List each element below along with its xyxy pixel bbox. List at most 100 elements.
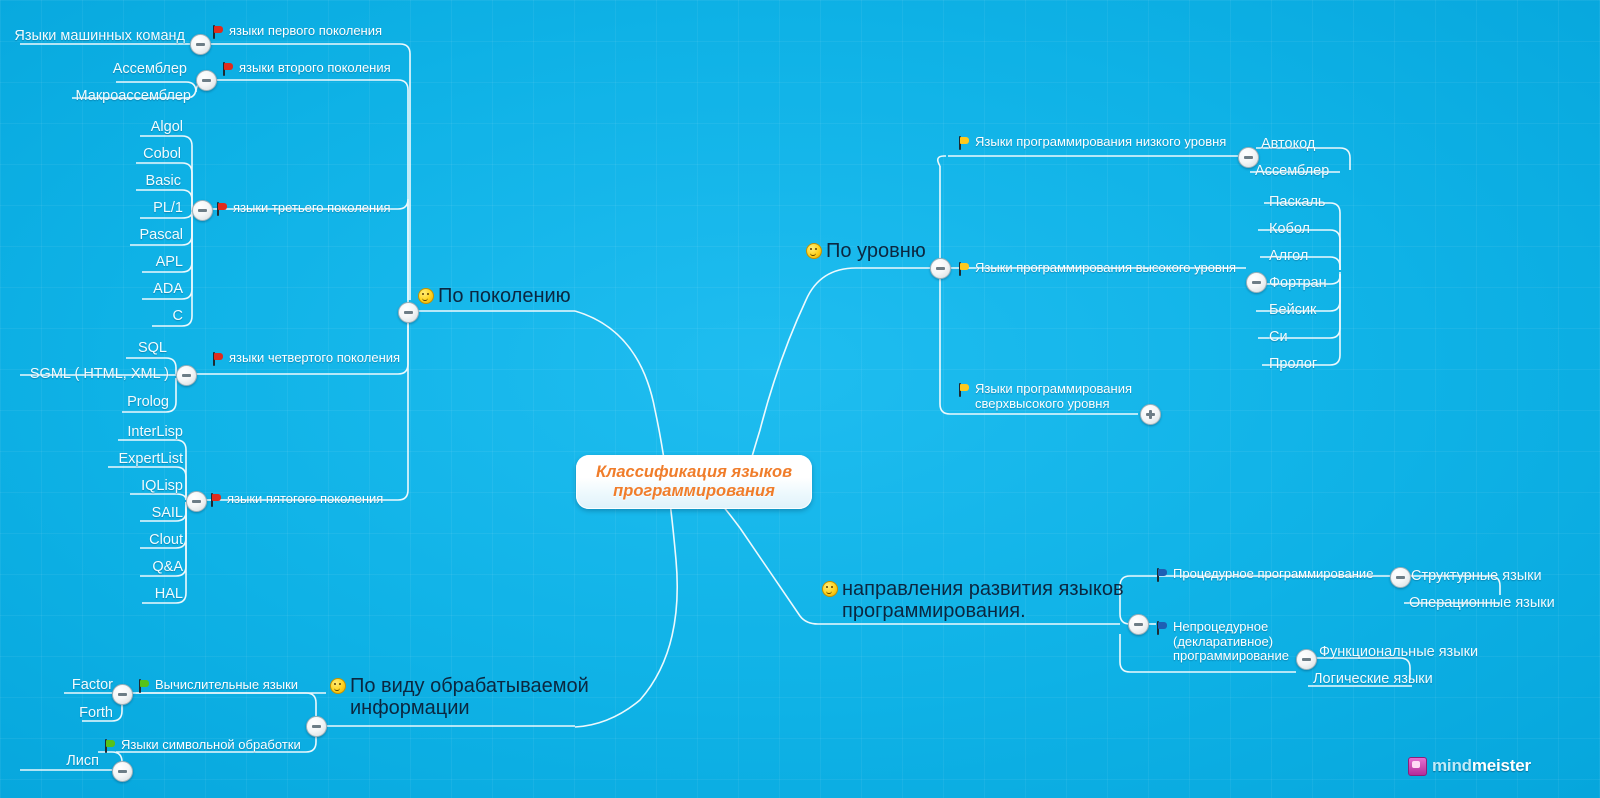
leaf-avtokod[interactable]: Автокод	[1258, 136, 1318, 154]
yellow-flag-icon	[958, 262, 971, 276]
group-first-generation[interactable]: языки первого поколения	[212, 23, 383, 41]
root-node-label: Классификация языков программирования	[595, 463, 793, 500]
leaf-kobol[interactable]: Кобол	[1266, 221, 1313, 239]
smiley-icon	[330, 678, 346, 694]
branch-level-label: По уровню	[826, 240, 926, 262]
group-high-level-label: Языки программирования высокого уровня	[975, 260, 1237, 275]
leaf-operational-languages[interactable]: Операционные языки	[1406, 595, 1558, 613]
leaf-ada[interactable]: ADA	[0, 281, 186, 299]
yellow-flag-icon	[958, 383, 971, 397]
mindmeister-logo[interactable]: mindmeister	[1408, 756, 1531, 776]
leaf-algol[interactable]: Algol	[0, 119, 186, 137]
leaf-forth[interactable]: Forth	[0, 705, 116, 723]
toggle-nonprocedural[interactable]	[1296, 649, 1317, 670]
leaf-factor[interactable]: Factor	[0, 677, 116, 695]
branch-generation[interactable]: По поколению	[418, 285, 571, 307]
toggle-third-generation[interactable]	[192, 200, 213, 221]
group-ultrahigh-level[interactable]: Языки программирования сверхвысокого уро…	[958, 381, 1154, 413]
leaf-prolog-ru[interactable]: Пролог	[1266, 356, 1320, 374]
group-high-level[interactable]: Языки программирования высокого уровня	[958, 260, 1237, 278]
group-first-generation-label: языки первого поколения	[229, 23, 383, 38]
leaf-beysik[interactable]: Бейсик	[1266, 302, 1319, 320]
red-flag-icon	[210, 493, 223, 507]
toggle-symbolic-languages[interactable]	[112, 761, 133, 782]
smiley-icon	[806, 243, 822, 259]
leaf-pl1[interactable]: PL/1	[0, 200, 186, 218]
leaf-clout[interactable]: Clout	[0, 532, 186, 550]
group-low-level-label: Языки программирования низкого уровня	[975, 134, 1227, 149]
leaf-functional-languages[interactable]: Функциональные языки	[1316, 644, 1481, 662]
leaf-interlisp[interactable]: InterLisp	[0, 424, 186, 442]
leaf-logical-languages[interactable]: Логические языки	[1310, 671, 1436, 689]
branch-information-label: По виду обрабатываемой информации	[350, 675, 589, 719]
group-second-generation-label: языки второго поколения	[239, 60, 391, 75]
leaf-hal[interactable]: HAL	[0, 586, 186, 604]
toggle-ultrahigh-level[interactable]	[1140, 404, 1161, 425]
red-flag-icon	[212, 25, 225, 39]
root-node[interactable]: Классификация языков программирования	[576, 455, 812, 509]
red-flag-icon	[222, 62, 235, 76]
leaf-pascal[interactable]: Pascal	[0, 227, 186, 245]
red-flag-icon	[216, 202, 229, 216]
smiley-icon	[822, 581, 838, 597]
group-procedural-label: Процедурное программирование	[1173, 566, 1374, 581]
leaf-machine-languages[interactable]: Языки машинных команд	[0, 28, 188, 46]
group-procedural[interactable]: Процедурное программирование	[1156, 566, 1374, 584]
leaf-structural-languages[interactable]: Структурные языки	[1408, 568, 1545, 586]
leaf-fortran[interactable]: Фортран	[1266, 275, 1330, 293]
group-low-level[interactable]: Языки программирования низкого уровня	[958, 134, 1227, 152]
green-flag-icon	[104, 739, 117, 753]
toggle-information[interactable]	[306, 716, 327, 737]
toggle-directions[interactable]	[1128, 614, 1149, 635]
leaf-expertlist[interactable]: ExpertList	[0, 451, 186, 469]
leaf-cobol[interactable]: Cobol	[0, 146, 184, 164]
toggle-second-generation[interactable]	[196, 70, 217, 91]
leaf-basic[interactable]: Basic	[0, 173, 184, 191]
toggle-fifth-generation[interactable]	[186, 491, 207, 512]
leaf-si[interactable]: Си	[1266, 329, 1291, 347]
group-fifth-generation-label: языки пятогого поколения	[227, 491, 384, 506]
mindmeister-logo-icon	[1408, 756, 1427, 776]
leaf-lisp[interactable]: Лисп	[0, 753, 102, 771]
group-fourth-generation[interactable]: языки четвертого поколения	[212, 350, 401, 368]
branch-information[interactable]: По виду обрабатываемой информации	[330, 675, 600, 719]
leaf-paskal[interactable]: Паскаль	[1266, 194, 1328, 212]
leaf-iqlisp[interactable]: IQLisp	[0, 478, 186, 496]
toggle-fourth-generation[interactable]	[176, 365, 197, 386]
group-ultrahigh-level-label: Языки программирования сверхвысокого уро…	[975, 381, 1133, 411]
toggle-computational-languages[interactable]	[112, 684, 133, 705]
smiley-icon	[418, 288, 434, 304]
leaf-algol-ru[interactable]: Алгол	[1266, 248, 1311, 266]
leaf-macroassembler[interactable]: Макроассемблер	[0, 88, 194, 106]
group-fifth-generation[interactable]: языки пятогого поколения	[210, 491, 384, 509]
red-flag-icon	[212, 352, 225, 366]
blue-flag-icon	[1156, 621, 1169, 635]
logo-text-part1: mind	[1432, 756, 1472, 775]
toggle-generation[interactable]	[398, 302, 419, 323]
toggle-high-level[interactable]	[1246, 272, 1267, 293]
leaf-assembler-low[interactable]: Ассемблер	[1252, 163, 1332, 181]
branch-level[interactable]: По уровню	[806, 240, 926, 262]
group-computational-languages[interactable]: Вычислительные языки	[138, 677, 299, 695]
leaf-prolog-gen4[interactable]: Prolog	[0, 394, 172, 412]
group-symbolic-languages-label: Языки символьной обработки	[121, 737, 301, 752]
leaf-sail[interactable]: SAIL	[0, 505, 186, 523]
branch-directions[interactable]: направления развития языков программиров…	[822, 578, 1126, 622]
group-symbolic-languages[interactable]: Языки символьной обработки	[104, 737, 301, 755]
leaf-c[interactable]: C	[0, 308, 186, 326]
group-nonprocedural[interactable]: Непроцедурное (декларативное) программир…	[1156, 619, 1296, 666]
leaf-sql[interactable]: SQL	[0, 340, 170, 358]
toggle-level[interactable]	[930, 258, 951, 279]
group-third-generation[interactable]: языки третьего поколения	[216, 200, 391, 218]
leaf-assembler-gen2[interactable]: Ассемблер	[0, 61, 190, 79]
group-third-generation-label: языки третьего поколения	[233, 200, 391, 215]
group-fourth-generation-label: языки четвертого поколения	[229, 350, 401, 365]
toggle-first-generation[interactable]	[190, 34, 211, 55]
blue-flag-icon	[1156, 568, 1169, 582]
group-second-generation[interactable]: языки второго поколения	[222, 60, 391, 78]
leaf-qa[interactable]: Q&A	[0, 559, 186, 577]
branch-directions-label: направления развития языков программиров…	[842, 578, 1124, 622]
group-computational-languages-label: Вычислительные языки	[155, 677, 299, 692]
leaf-sgml[interactable]: SGML ( HTML, XML )	[0, 366, 172, 384]
leaf-apl[interactable]: APL	[0, 254, 186, 272]
